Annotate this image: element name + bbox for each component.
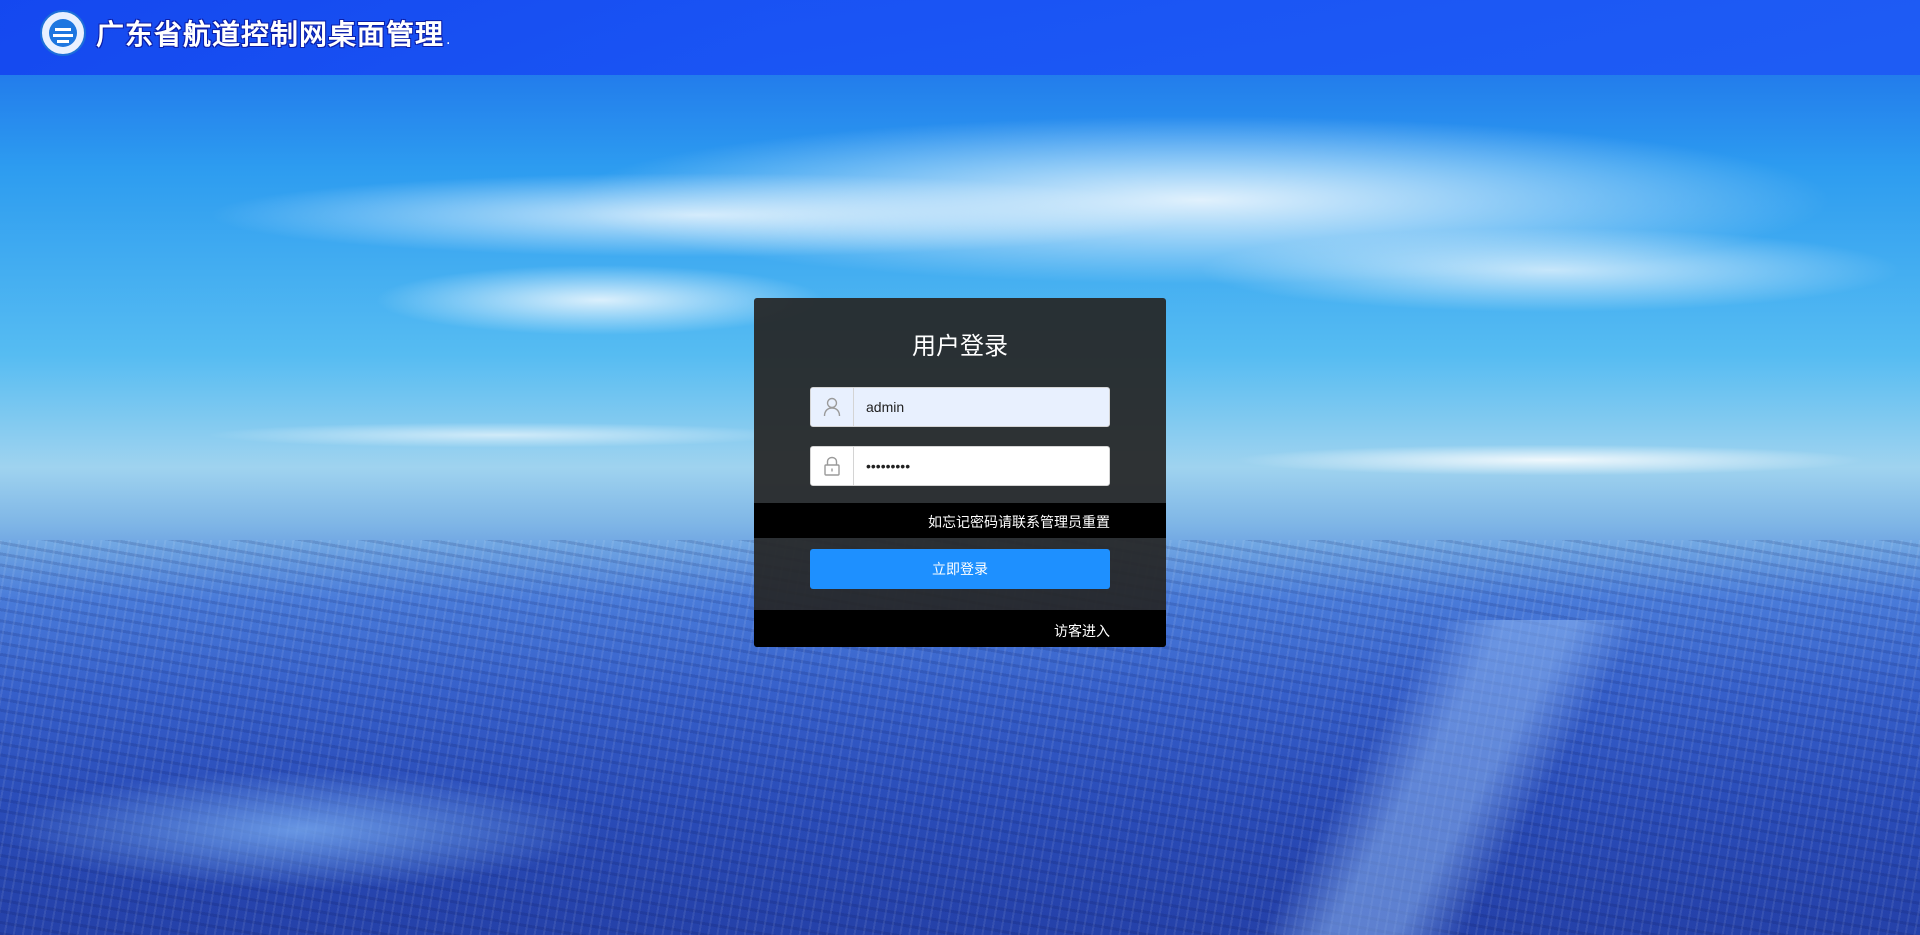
password-input[interactable] xyxy=(854,447,1109,485)
top-header-bar: 广东省航道控制网桌面管理 . xyxy=(0,0,1920,75)
password-field xyxy=(810,446,1110,486)
guest-strip: 访客进入 xyxy=(754,610,1166,647)
lock-icon xyxy=(811,447,854,485)
app-title: 广东省航道控制网桌面管理 xyxy=(96,18,445,51)
login-submit-button[interactable]: 立即登录 xyxy=(810,549,1110,589)
app-title-suffix: . xyxy=(446,32,451,48)
username-field xyxy=(810,387,1110,427)
login-page: 广东省航道控制网桌面管理 . 用户登录 admin ••••••••• 如忘记密… xyxy=(0,0,1920,935)
river-right xyxy=(1200,620,1700,935)
login-title: 用户登录 xyxy=(912,332,1008,360)
brand: 广东省航道控制网桌面管理 . xyxy=(40,8,450,58)
user-icon xyxy=(811,388,854,426)
username-input[interactable] xyxy=(854,388,1109,426)
river-left xyxy=(0,770,600,890)
guest-login-link[interactable]: 访客进入 xyxy=(1054,621,1110,641)
navigation-bureau-emblem-icon xyxy=(40,10,86,56)
login-panel: 用户登录 如忘记密码请联系管理员重置 立即登录 xyxy=(754,298,1166,647)
forgot-password-strip: 如忘记密码请联系管理员重置 xyxy=(754,503,1166,538)
forgot-password-hint: 如忘记密码请联系管理员重置 xyxy=(928,515,1110,531)
